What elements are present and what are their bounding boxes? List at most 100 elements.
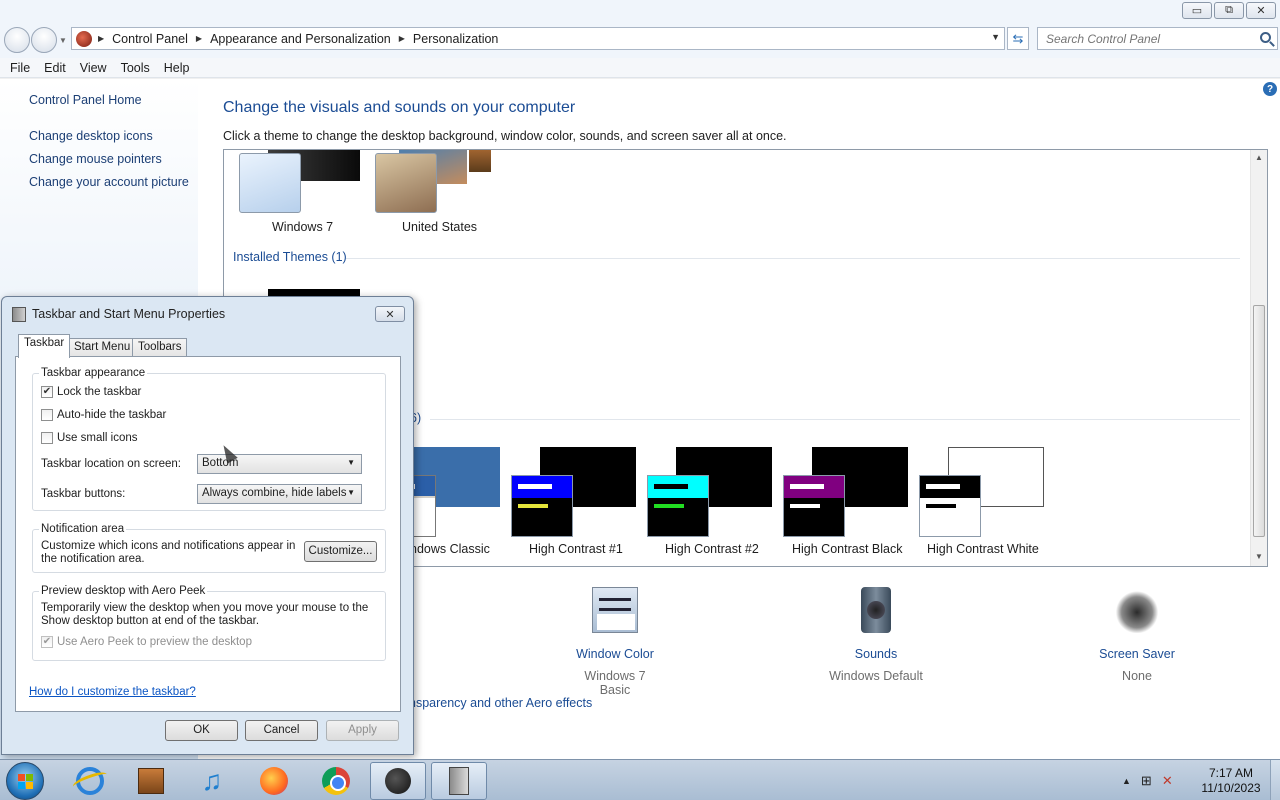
sounds-title: Sounds xyxy=(854,647,898,661)
theme-thumbnail xyxy=(375,153,437,213)
minimize-button[interactable]: ▭ xyxy=(1182,2,1212,19)
address-bar[interactable]: ▶ Control Panel ▶ Appearance and Persona… xyxy=(71,27,1005,50)
divider xyxy=(346,258,1240,259)
taskbar-music[interactable]: ♫ xyxy=(184,762,240,800)
taskbar-internet-explorer[interactable] xyxy=(62,762,118,800)
customize-button[interactable]: Customize... xyxy=(304,541,377,562)
checkbox-unchecked-icon[interactable] xyxy=(41,432,53,444)
auto-hide-checkbox[interactable]: Auto-hide the taskbar xyxy=(41,409,166,421)
chevron-right-icon[interactable]: ▶ xyxy=(399,34,405,43)
theme-list-scrollbar[interactable]: ▲ ▼ xyxy=(1250,150,1267,566)
group-title: Taskbar appearance xyxy=(39,367,148,379)
tab-start-menu[interactable]: Start Menu xyxy=(68,338,137,357)
aero-effects-link[interactable]: nsparency and other Aero effects xyxy=(409,696,592,710)
clock[interactable]: 7:17 AM 11/10/2023 xyxy=(1196,766,1266,796)
menu-help[interactable]: Help xyxy=(164,61,190,75)
screen-saver-icon xyxy=(1114,587,1160,633)
windows-logo-icon xyxy=(18,774,34,790)
menu-edit[interactable]: Edit xyxy=(44,61,66,75)
start-button[interactable] xyxy=(6,762,44,800)
control-panel-home-link[interactable]: Control Panel Home xyxy=(29,93,142,107)
close-button[interactable]: ✕ xyxy=(1246,2,1276,19)
theme-thumbnail xyxy=(647,475,709,537)
chevron-down-icon: ▼ xyxy=(347,488,355,497)
chevron-right-icon[interactable]: ▶ xyxy=(98,34,104,43)
taskbar-location-select[interactable]: Bottom ▼ xyxy=(197,454,362,474)
breadcrumb-personalization[interactable]: Personalization xyxy=(413,32,498,46)
taskbar-properties[interactable] xyxy=(431,762,487,800)
refresh-button[interactable]: ⇆ xyxy=(1007,27,1029,50)
theme-thumbnail xyxy=(783,475,845,537)
media-center-icon xyxy=(138,768,164,794)
dialog-close-button[interactable]: ✕ xyxy=(375,306,405,322)
lock-taskbar-checkbox[interactable]: ✔ Lock the taskbar xyxy=(41,386,141,398)
theme-label: High Contrast #2 xyxy=(665,542,759,556)
maximize-button[interactable]: ⧉ xyxy=(1214,2,1244,19)
scroll-up-icon[interactable]: ▲ xyxy=(1255,153,1263,162)
show-hidden-icons-icon[interactable]: ▲ xyxy=(1122,776,1131,786)
chevron-right-icon[interactable]: ▶ xyxy=(196,34,202,43)
theme-thumbnail xyxy=(239,153,301,213)
change-account-picture-link[interactable]: Change your account picture xyxy=(29,175,189,189)
apply-button[interactable]: Apply xyxy=(326,720,399,741)
firefox-icon xyxy=(260,767,288,795)
aero-peek-checkbox: ✔ Use Aero Peek to preview the desktop xyxy=(41,636,252,648)
taskbar-appearance-group: Taskbar appearance ✔ Lock the taskbar Au… xyxy=(32,367,386,511)
clock-date: 11/10/2023 xyxy=(1201,781,1261,795)
speaker-icon xyxy=(861,587,891,633)
address-dropdown-icon[interactable]: ▼ xyxy=(991,32,1000,42)
breadcrumb-appearance[interactable]: Appearance and Personalization xyxy=(210,32,391,46)
tab-toolbars[interactable]: Toolbars xyxy=(132,338,188,357)
checkbox-label: Auto-hide the taskbar xyxy=(57,409,167,421)
breadcrumb-control-panel[interactable]: Control Panel xyxy=(112,32,188,46)
back-button[interactable] xyxy=(4,27,30,53)
sounds-link[interactable]: Sounds Windows Default xyxy=(826,587,926,683)
personalization-icon xyxy=(385,768,411,794)
show-desktop-button[interactable] xyxy=(1270,760,1280,800)
buttons-label: Taskbar buttons: xyxy=(41,488,126,500)
forward-button[interactable] xyxy=(31,27,57,53)
search-icon[interactable] xyxy=(1260,32,1271,43)
small-icons-checkbox[interactable]: Use small icons xyxy=(41,432,138,444)
taskbar-chrome[interactable] xyxy=(308,762,364,800)
system-tray: ▲ ⊞ ✕ xyxy=(1122,760,1173,800)
close-icon: ✕ xyxy=(1256,5,1266,17)
checkbox-checked-icon[interactable]: ✔ xyxy=(41,386,53,398)
minimize-icon: ▭ xyxy=(1191,5,1203,17)
screen-saver-link[interactable]: Screen Saver None xyxy=(1092,587,1182,683)
change-desktop-icons-link[interactable]: Change desktop icons xyxy=(29,129,153,143)
taskbar: ♫ ▲ ⊞ ✕ 7:17 AM 11/10/2023 xyxy=(0,759,1280,800)
theme-label: Windows 7 xyxy=(272,220,334,234)
taskbar-properties-icon xyxy=(449,767,469,795)
notification-area-group: Notification area Customize which icons … xyxy=(32,523,386,573)
checkbox-label: Use Aero Peek to preview the desktop xyxy=(57,636,252,648)
scrollbar-thumb[interactable] xyxy=(1253,305,1265,537)
window-color-link[interactable]: Window Color Windows 7 Basic xyxy=(570,587,660,697)
theme-label: High Contrast #1 xyxy=(529,542,623,556)
menu-file[interactable]: File xyxy=(10,61,30,75)
network-icon[interactable]: ⊞ xyxy=(1141,773,1152,789)
volume-muted-icon[interactable]: ✕ xyxy=(1162,773,1173,789)
change-mouse-pointers-link[interactable]: Change mouse pointers xyxy=(29,152,162,166)
search-input[interactable] xyxy=(1046,31,1246,46)
page-title: Change the visuals and sounds on your co… xyxy=(223,99,576,116)
taskbar-firefox[interactable] xyxy=(246,762,302,800)
search-box[interactable] xyxy=(1037,27,1278,50)
taskbar-personalization[interactable] xyxy=(370,762,426,800)
taskbar-buttons-select[interactable]: Always combine, hide labels ▼ xyxy=(197,484,362,504)
help-icon[interactable]: ? xyxy=(1263,82,1277,96)
select-value: Always combine, hide labels xyxy=(202,487,347,499)
menu-tools[interactable]: Tools xyxy=(121,61,150,75)
tab-taskbar[interactable]: Taskbar xyxy=(18,334,71,358)
ok-button[interactable]: OK xyxy=(165,720,238,741)
theme-label: ndows Classic xyxy=(410,542,490,556)
help-customize-taskbar-link[interactable]: How do I customize the taskbar? xyxy=(29,686,196,698)
dialog-body: Taskbar Start Menu Toolbars Taskbar appe… xyxy=(15,334,403,712)
recent-pages-dropdown-icon[interactable]: ▼ xyxy=(59,36,67,45)
divider xyxy=(430,419,1240,420)
menu-view[interactable]: View xyxy=(80,61,107,75)
scroll-down-icon[interactable]: ▼ xyxy=(1255,552,1263,561)
cancel-button[interactable]: Cancel xyxy=(245,720,318,741)
taskbar-media-center[interactable] xyxy=(123,762,179,800)
checkbox-unchecked-icon[interactable] xyxy=(41,409,53,421)
